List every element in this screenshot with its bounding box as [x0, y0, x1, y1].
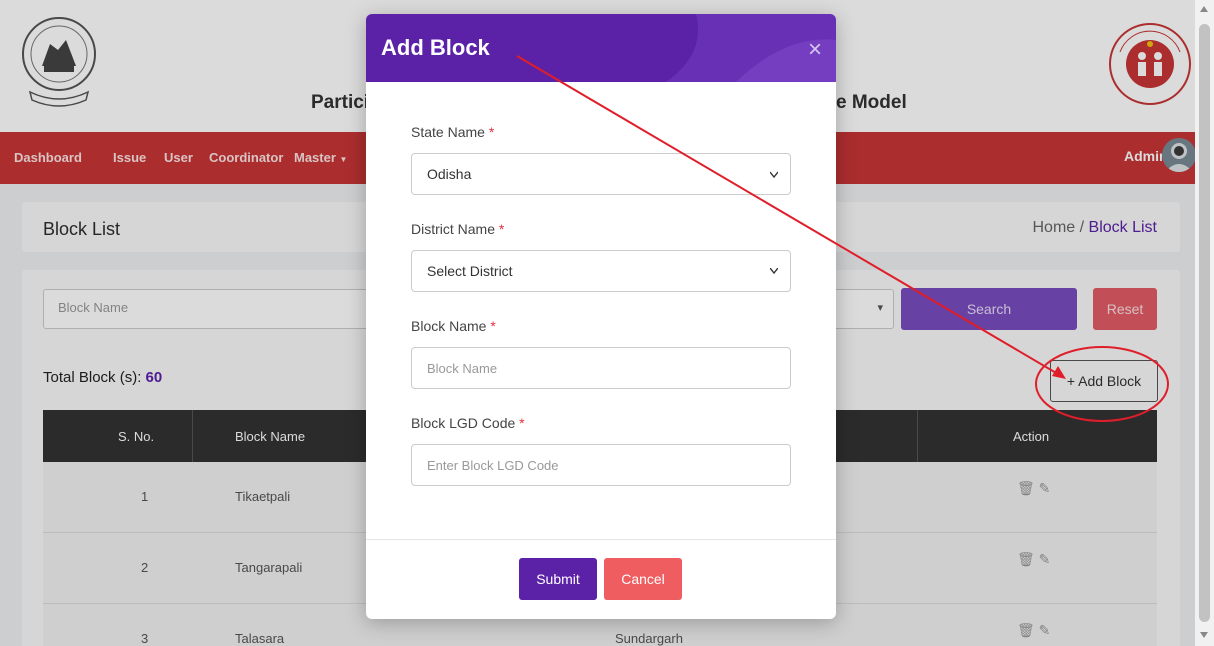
required-mark: *	[488, 124, 495, 140]
page-background: Partici e Model Dashboard Issue User Coo…	[0, 0, 1195, 646]
block-name-input[interactable]: Block Name	[411, 347, 791, 389]
state-name-label-text: State Name	[411, 124, 485, 140]
add-block-modal: Add Block × State Name * Odisha District…	[366, 14, 836, 619]
scroll-up-arrow-icon[interactable]	[1200, 6, 1208, 12]
required-mark: *	[519, 415, 525, 431]
district-name-value: Select District	[427, 263, 513, 279]
cancel-button[interactable]: Cancel	[604, 558, 682, 600]
submit-button[interactable]: Submit	[519, 558, 597, 600]
modal-footer-divider	[366, 539, 836, 540]
block-name-label: Block Name *	[411, 318, 496, 334]
modal-title: Add Block	[381, 35, 490, 60]
vertical-scrollbar[interactable]	[1195, 0, 1214, 646]
block-lgd-code-label: Block LGD Code *	[411, 415, 525, 431]
block-lgd-code-input[interactable]: Enter Block LGD Code	[411, 444, 791, 486]
close-icon[interactable]: ×	[808, 36, 822, 64]
state-name-select[interactable]: Odisha	[411, 153, 791, 195]
modal-header: Add Block ×	[366, 14, 836, 82]
scrollbar-thumb[interactable]	[1199, 24, 1210, 622]
chevron-down-icon	[770, 268, 778, 274]
required-mark: *	[498, 221, 505, 237]
state-name-label: State Name *	[411, 124, 494, 140]
district-name-label: District Name *	[411, 221, 504, 237]
block-lgd-code-placeholder: Enter Block LGD Code	[427, 458, 559, 473]
scroll-down-arrow-icon[interactable]	[1200, 632, 1208, 638]
block-name-label-text: Block Name	[411, 318, 487, 334]
district-name-select[interactable]: Select District	[411, 250, 791, 292]
chevron-down-icon	[770, 171, 778, 179]
block-name-placeholder: Block Name	[427, 361, 498, 376]
block-lgd-code-label-text: Block LGD Code	[411, 415, 516, 431]
required-mark: *	[490, 318, 496, 334]
state-name-value: Odisha	[427, 166, 472, 182]
district-name-label-text: District Name	[411, 221, 496, 237]
